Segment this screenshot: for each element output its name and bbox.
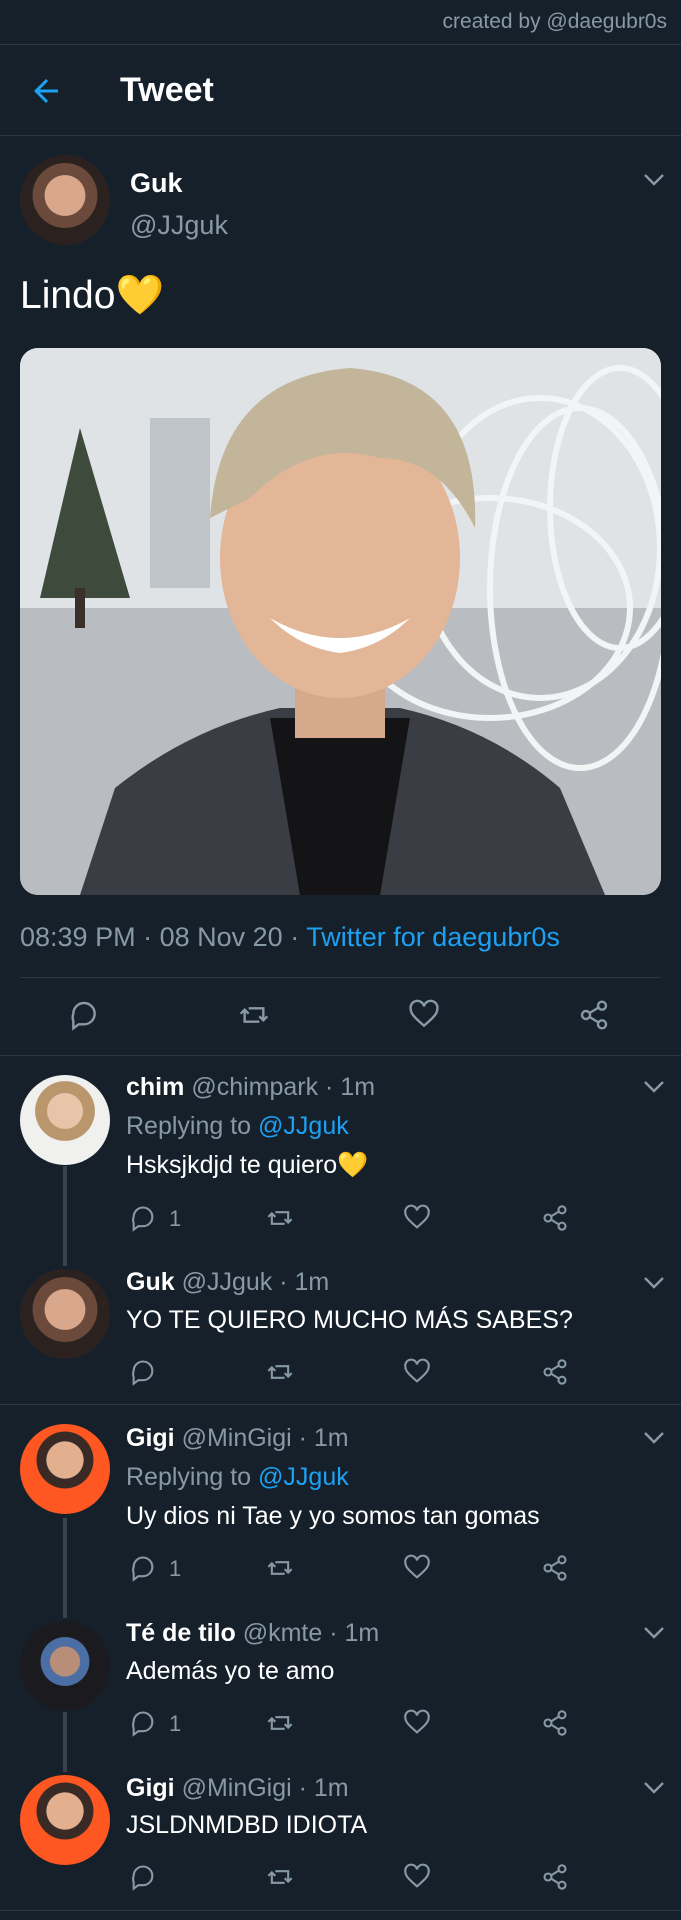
reply-author-handle[interactable]: @JJguk xyxy=(182,1268,273,1296)
thread-connector xyxy=(63,1518,67,1618)
divider xyxy=(0,1910,681,1911)
tweet-text: Lindo💛 xyxy=(20,272,164,318)
replying-to-link[interactable]: @JJguk xyxy=(258,1112,349,1140)
reply-count: 1 xyxy=(169,1556,182,1581)
tweet-source-link[interactable]: Twitter for daegubr0s xyxy=(306,922,560,952)
reply-header: Guk @JJguk · 1m xyxy=(126,1268,330,1296)
reply-time: 1m xyxy=(313,1774,349,1802)
reply-text-content: Hsksjkdjd te quiero xyxy=(126,1151,338,1179)
reply-text: Uy dios ni Tae y yo somos tan gomas xyxy=(126,1502,540,1530)
reply-author-handle[interactable]: @chimpark xyxy=(191,1073,318,1101)
replying-to: Replying to @JJguk xyxy=(126,1112,349,1141)
chevron-down-icon[interactable] xyxy=(643,1080,665,1094)
reply-author-name[interactable]: chim xyxy=(126,1073,184,1101)
reply-header: Gigi @MinGigi · 1m xyxy=(126,1774,349,1802)
chevron-down-icon[interactable] xyxy=(643,1626,665,1640)
reply-time: 1m xyxy=(313,1424,349,1452)
tweet-photo[interactable] xyxy=(20,348,661,895)
reply-text: JSLDNMDBD IDIOTA xyxy=(126,1811,368,1839)
replying-to: Replying to @JJguk xyxy=(126,1463,349,1492)
avatar[interactable] xyxy=(20,155,110,245)
replying-label: Replying to xyxy=(126,1112,252,1140)
tweet-text-content: Lindo xyxy=(20,274,116,317)
avatar[interactable] xyxy=(20,1269,110,1359)
heart-icon[interactable] xyxy=(403,1204,431,1232)
avatar[interactable] xyxy=(20,1775,110,1865)
author-handle[interactable]: @JJguk xyxy=(130,210,228,241)
avatar[interactable] xyxy=(20,1621,110,1711)
retweet-icon[interactable] xyxy=(266,1554,294,1582)
replying-to-link[interactable]: @JJguk xyxy=(258,1463,349,1491)
tweet-time: 08:39 PM xyxy=(20,922,136,952)
chevron-down-icon[interactable] xyxy=(643,1431,665,1445)
reply-time: 1m xyxy=(340,1073,376,1101)
reply-icon[interactable] xyxy=(129,1358,157,1386)
reply-count: 1 xyxy=(169,1711,182,1736)
retweet-icon[interactable] xyxy=(266,1204,294,1232)
reply-text: YO TE QUIERO MUCHO MÁS SABES? xyxy=(126,1306,573,1334)
avatar[interactable] xyxy=(20,1424,110,1514)
yellow-heart-emoji: 💛 xyxy=(337,1151,369,1179)
meta-separator: · xyxy=(143,922,160,952)
reply-icon[interactable] xyxy=(129,1863,157,1891)
reply-icon[interactable] xyxy=(68,999,100,1031)
reply-author-name[interactable]: Guk xyxy=(126,1268,175,1296)
arrow-left-icon[interactable] xyxy=(28,73,64,109)
reply-author-name[interactable]: Té de tilo xyxy=(126,1619,236,1647)
share-icon[interactable] xyxy=(541,1204,569,1232)
reply-icon[interactable] xyxy=(129,1554,157,1582)
heart-icon[interactable] xyxy=(403,1358,431,1386)
retweet-icon[interactable] xyxy=(266,1863,294,1891)
retweet-icon[interactable] xyxy=(266,1358,294,1386)
reply-author-name[interactable]: Gigi xyxy=(126,1774,175,1802)
reply-icon[interactable] xyxy=(129,1204,157,1232)
reply-author-handle[interactable]: @kmte xyxy=(243,1619,323,1647)
thread-connector xyxy=(63,1166,67,1266)
reply-time: 1m xyxy=(344,1619,380,1647)
reply-time: 1m xyxy=(294,1268,330,1296)
retweet-icon[interactable] xyxy=(238,999,270,1031)
credit-watermark: created by @daegubr0s xyxy=(442,10,667,33)
reply-header: chim @chimpark · 1m xyxy=(126,1073,376,1101)
reply-text: Además yo te amo xyxy=(126,1657,335,1685)
reply-count: 1 xyxy=(169,1206,182,1231)
chevron-down-icon[interactable] xyxy=(643,173,665,187)
reply-header: Té de tilo @kmte · 1m xyxy=(126,1619,380,1647)
reply-author-name[interactable]: Gigi xyxy=(126,1424,175,1452)
yellow-heart-emoji: 💛 xyxy=(115,274,164,317)
divider xyxy=(0,1404,681,1405)
heart-icon[interactable] xyxy=(403,1554,431,1582)
tweet-date: 08 Nov 20 xyxy=(159,922,283,952)
heart-icon[interactable] xyxy=(403,1709,431,1737)
thread-connector xyxy=(63,1712,67,1772)
divider xyxy=(20,977,661,978)
heart-icon[interactable] xyxy=(403,1863,431,1891)
replying-label: Replying to xyxy=(126,1463,252,1491)
reply-header: Gigi @MinGigi · 1m xyxy=(126,1424,349,1452)
reply-author-handle[interactable]: @MinGigi xyxy=(182,1774,292,1802)
meta-separator: · xyxy=(290,922,307,952)
share-icon[interactable] xyxy=(541,1358,569,1386)
retweet-icon[interactable] xyxy=(266,1709,294,1737)
reply-text: Hsksjkdjd te quiero💛 xyxy=(126,1151,368,1180)
chevron-down-icon[interactable] xyxy=(643,1781,665,1795)
share-icon[interactable] xyxy=(541,1709,569,1737)
author-name[interactable]: Guk xyxy=(130,168,183,199)
divider xyxy=(0,1055,681,1056)
share-icon[interactable] xyxy=(541,1554,569,1582)
share-icon[interactable] xyxy=(541,1863,569,1891)
avatar[interactable] xyxy=(20,1075,110,1165)
share-icon[interactable] xyxy=(578,999,610,1031)
heart-icon[interactable] xyxy=(408,999,440,1031)
page-title: Tweet xyxy=(120,71,214,109)
reply-icon[interactable] xyxy=(129,1709,157,1737)
top-app-bar: Tweet xyxy=(0,44,681,136)
tweet-meta: 08:39 PM · 08 Nov 20 · Twitter for daegu… xyxy=(20,922,560,953)
reply-author-handle[interactable]: @MinGigi xyxy=(182,1424,292,1452)
chevron-down-icon[interactable] xyxy=(643,1276,665,1290)
